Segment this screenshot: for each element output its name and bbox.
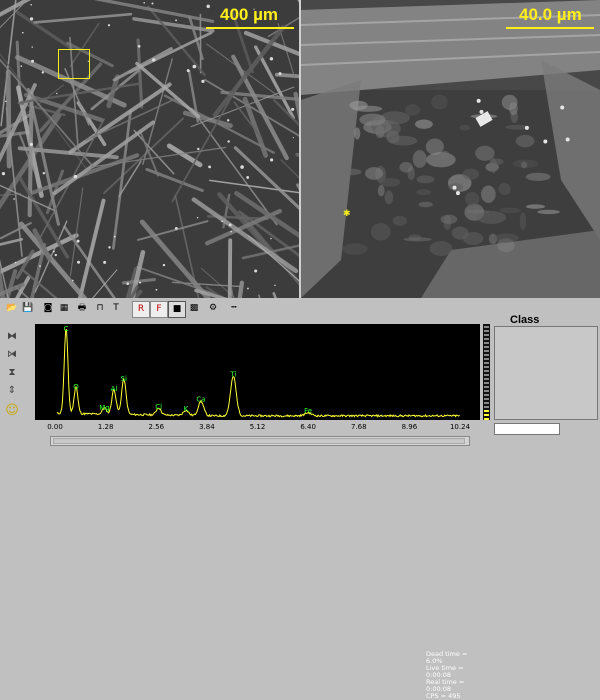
meter-segment (484, 334, 489, 336)
x-tick: 5.12 (250, 423, 266, 431)
meter-segment (484, 370, 489, 372)
live-time: Live time = 0:00:08 (426, 665, 480, 679)
peak-label-cl: Cl (155, 403, 162, 411)
scale-label-left: 400 µm (220, 5, 278, 25)
fiber-texture (0, 0, 299, 298)
meter-segment (484, 394, 489, 396)
spectrum-scrollbar[interactable] (50, 436, 470, 446)
meter-segment (484, 382, 489, 384)
meter-segment (484, 414, 489, 416)
class-input[interactable] (494, 423, 560, 435)
meter-segment (484, 330, 489, 332)
meter-segment (484, 358, 489, 360)
meter-segment (484, 390, 489, 392)
x-tick: 7.68 (351, 423, 367, 431)
zoom-y-out-icon[interactable]: ⇕ (5, 384, 19, 398)
cps: CPS = 495 (426, 693, 480, 700)
peak-label-fe: Fe (304, 407, 312, 415)
fiber-texture-zoom (301, 0, 600, 298)
real-time: Real time = 0:00:08 (426, 679, 480, 693)
meter-segment (484, 386, 489, 388)
x-tick: 10.24 (450, 423, 470, 431)
selection-box[interactable] (58, 49, 90, 79)
peak-label-mg: Mg (99, 404, 109, 412)
meter-segment (484, 378, 489, 380)
scale-label-right: 40.0 µm (519, 5, 582, 25)
x-tick: 1.28 (98, 423, 114, 431)
scrollbar-thumb[interactable] (53, 438, 465, 444)
meter-segment (484, 366, 489, 368)
meter-segment (484, 418, 489, 420)
x-tick: 3.84 (199, 423, 215, 431)
x-tick: 6.40 (300, 423, 316, 431)
save-icon[interactable]: 💾 (20, 301, 36, 316)
report-icon[interactable]: R (132, 301, 150, 318)
meter-segment (484, 346, 489, 348)
x-tick: 8.96 (402, 423, 418, 431)
print-preview-icon[interactable]: ▦ (56, 301, 72, 316)
meter-segment (484, 326, 489, 328)
sem-image-left: 400 µm (0, 0, 299, 298)
smiley-icon[interactable]: ☺ (5, 404, 19, 418)
peak-label-k: K (184, 405, 189, 413)
settings-icon[interactable]: ⚙ (205, 301, 221, 316)
spectrum-line (57, 330, 460, 417)
scale-bar-right (506, 27, 594, 29)
sem-image-right: ✱ 40.0 µm (301, 0, 600, 298)
x-tick: 0.00 (47, 423, 63, 431)
meter-segment (484, 402, 489, 404)
eds-spectrum[interactable]: COMgAlSiClKCaTiFe Dead time = 6.0% Live … (35, 324, 480, 420)
camera-icon[interactable]: ◙ (40, 301, 56, 316)
peak-label-al: Al (111, 385, 118, 393)
class-title: Class (510, 314, 539, 326)
meter-segment (484, 350, 489, 352)
meter-segment (484, 338, 489, 340)
meter-segment (484, 354, 489, 356)
stop-icon[interactable]: ■ (168, 301, 186, 318)
x-tick: 2.56 (148, 423, 164, 431)
printer-icon[interactable]: 🖶 (74, 301, 90, 316)
map-icon[interactable]: ▩ (186, 301, 202, 316)
peak-label-c: C (64, 325, 69, 333)
marker-icon[interactable]: T (108, 301, 124, 316)
peak-label-si: Si (121, 375, 127, 383)
filter-icon[interactable]: F (150, 301, 168, 318)
meter-segment (484, 398, 489, 400)
open-icon[interactable]: 📂 (4, 301, 20, 316)
ruler-icon[interactable]: ┅ (226, 301, 242, 316)
dead-time: Dead time = 6.0% (426, 651, 480, 665)
peak-label-ti: Ti (229, 371, 236, 379)
side-tools: ⧓ ⧒ ⧗ ⇕ ☺ (0, 320, 22, 430)
spot-marker: ✱ (343, 208, 351, 219)
zoom-y-in-icon[interactable]: ⧗ (5, 366, 19, 380)
meter-segment (484, 410, 489, 412)
acquisition-status: Dead time = 6.0% Live time = 0:00:08 Rea… (426, 651, 480, 700)
zoom-x-out-icon[interactable]: ⧒ (5, 348, 19, 362)
meter-segment (484, 406, 489, 408)
meter-segment (484, 374, 489, 376)
class-list[interactable] (494, 326, 598, 420)
count-meter (483, 324, 490, 420)
zoom-x-in-icon[interactable]: ⧓ (5, 330, 19, 344)
scale-bar-left (206, 27, 294, 29)
meter-segment (484, 362, 489, 364)
peak-label-o: O (73, 383, 79, 391)
meter-segment (484, 342, 489, 344)
peak-label-ca: Ca (196, 396, 205, 404)
spectrum-icon[interactable]: ⊓ (92, 301, 108, 316)
